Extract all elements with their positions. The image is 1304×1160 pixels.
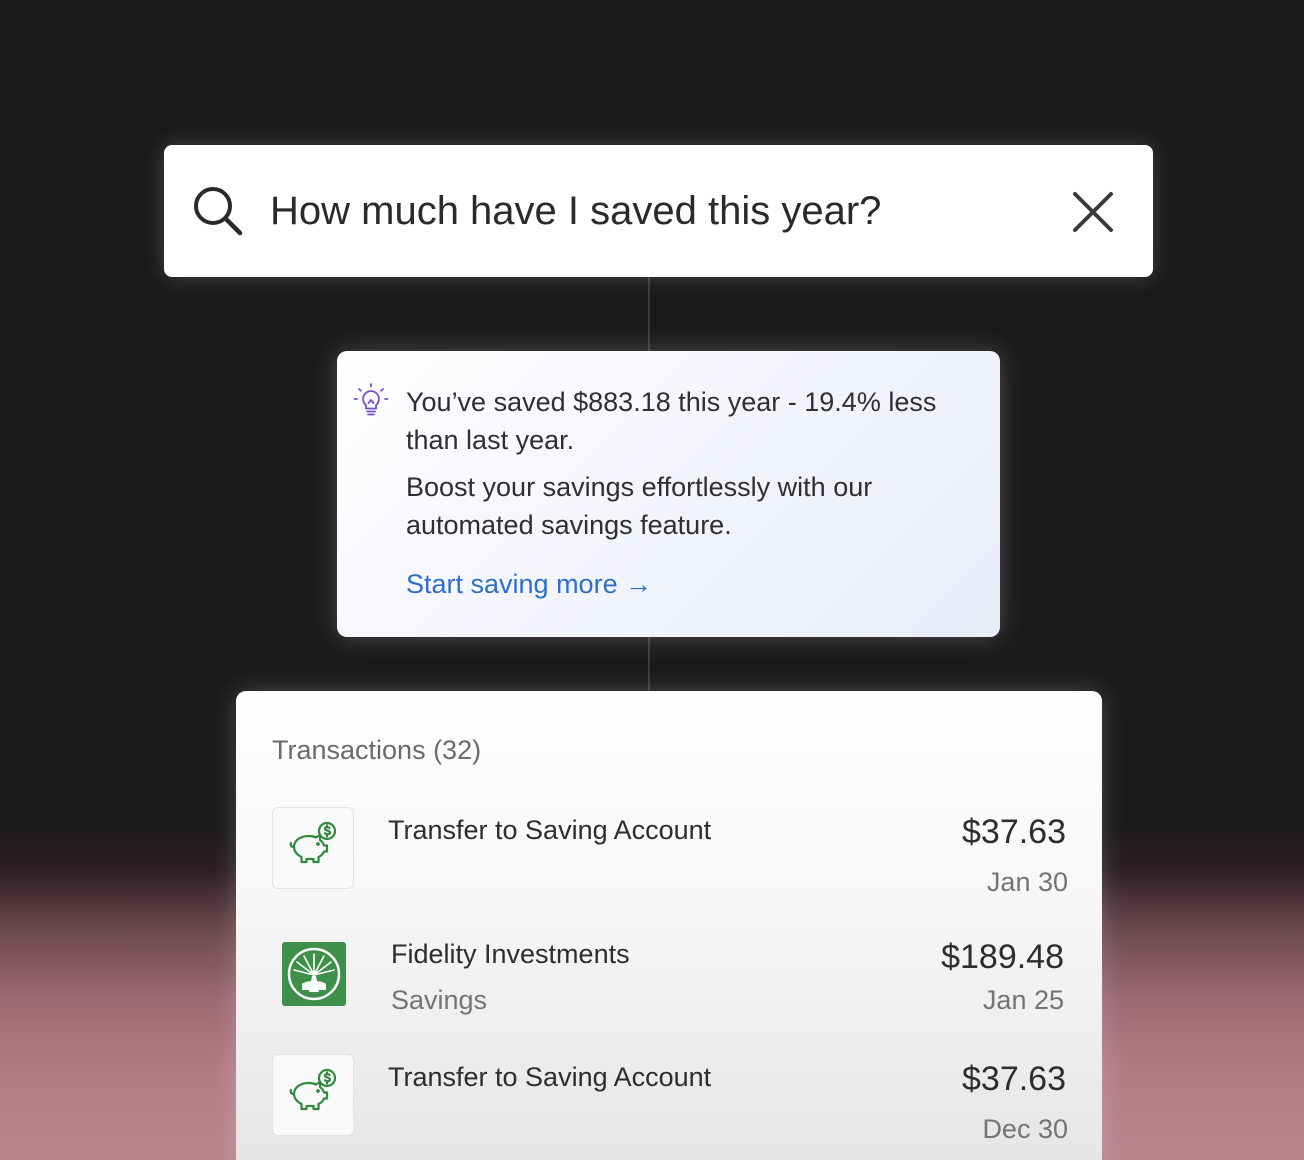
transactions-header: Transactions (32) bbox=[272, 735, 482, 765]
transaction-category: Savings bbox=[391, 985, 488, 1015]
transaction-date: Jan 25 bbox=[982, 985, 1064, 1015]
transaction-row[interactable]: Fidelity Investments Savings $189.48 Jan… bbox=[236, 931, 1102, 1031]
transaction-name: Transfer to Saving Account bbox=[388, 815, 712, 845]
transaction-date: Jan 30 bbox=[986, 867, 1068, 897]
transaction-row[interactable]: Transfer to Saving Account $37.63 Dec 30 bbox=[236, 1054, 1102, 1154]
piggy-bank-icon bbox=[272, 807, 354, 889]
transaction-row[interactable]: Transfer to Saving Account $37.63 Jan 30 bbox=[236, 807, 1102, 907]
search-input[interactable] bbox=[270, 185, 1040, 237]
search-bar bbox=[164, 145, 1153, 277]
start-saving-link[interactable]: Start saving more → bbox=[406, 565, 652, 603]
close-icon[interactable] bbox=[1070, 189, 1116, 235]
connector-line bbox=[648, 277, 650, 351]
fidelity-logo bbox=[282, 942, 346, 1006]
transaction-amount: $37.63 bbox=[962, 1060, 1066, 1098]
transaction-amount: $189.48 bbox=[941, 938, 1064, 976]
insight-suggestion: Boost your savings effortlessly with our… bbox=[406, 472, 873, 540]
search-icon[interactable] bbox=[190, 183, 246, 239]
transaction-name: Transfer to Saving Account bbox=[388, 1062, 712, 1092]
transaction-amount: $37.63 bbox=[962, 813, 1066, 851]
connector-line bbox=[648, 637, 650, 691]
insight-summary: You’ve saved $883.18 this year - 19.4% l… bbox=[406, 387, 937, 455]
lightbulb-icon bbox=[353, 383, 389, 416]
piggy-bank-icon bbox=[272, 1054, 354, 1136]
transaction-name: Fidelity Investments bbox=[391, 939, 630, 969]
insight-card: You’ve saved $883.18 this year - 19.4% l… bbox=[337, 351, 1000, 637]
transactions-panel: Transactions (32) Transfer to Saving Acc… bbox=[236, 691, 1102, 1160]
transaction-date: Dec 30 bbox=[982, 1114, 1068, 1144]
